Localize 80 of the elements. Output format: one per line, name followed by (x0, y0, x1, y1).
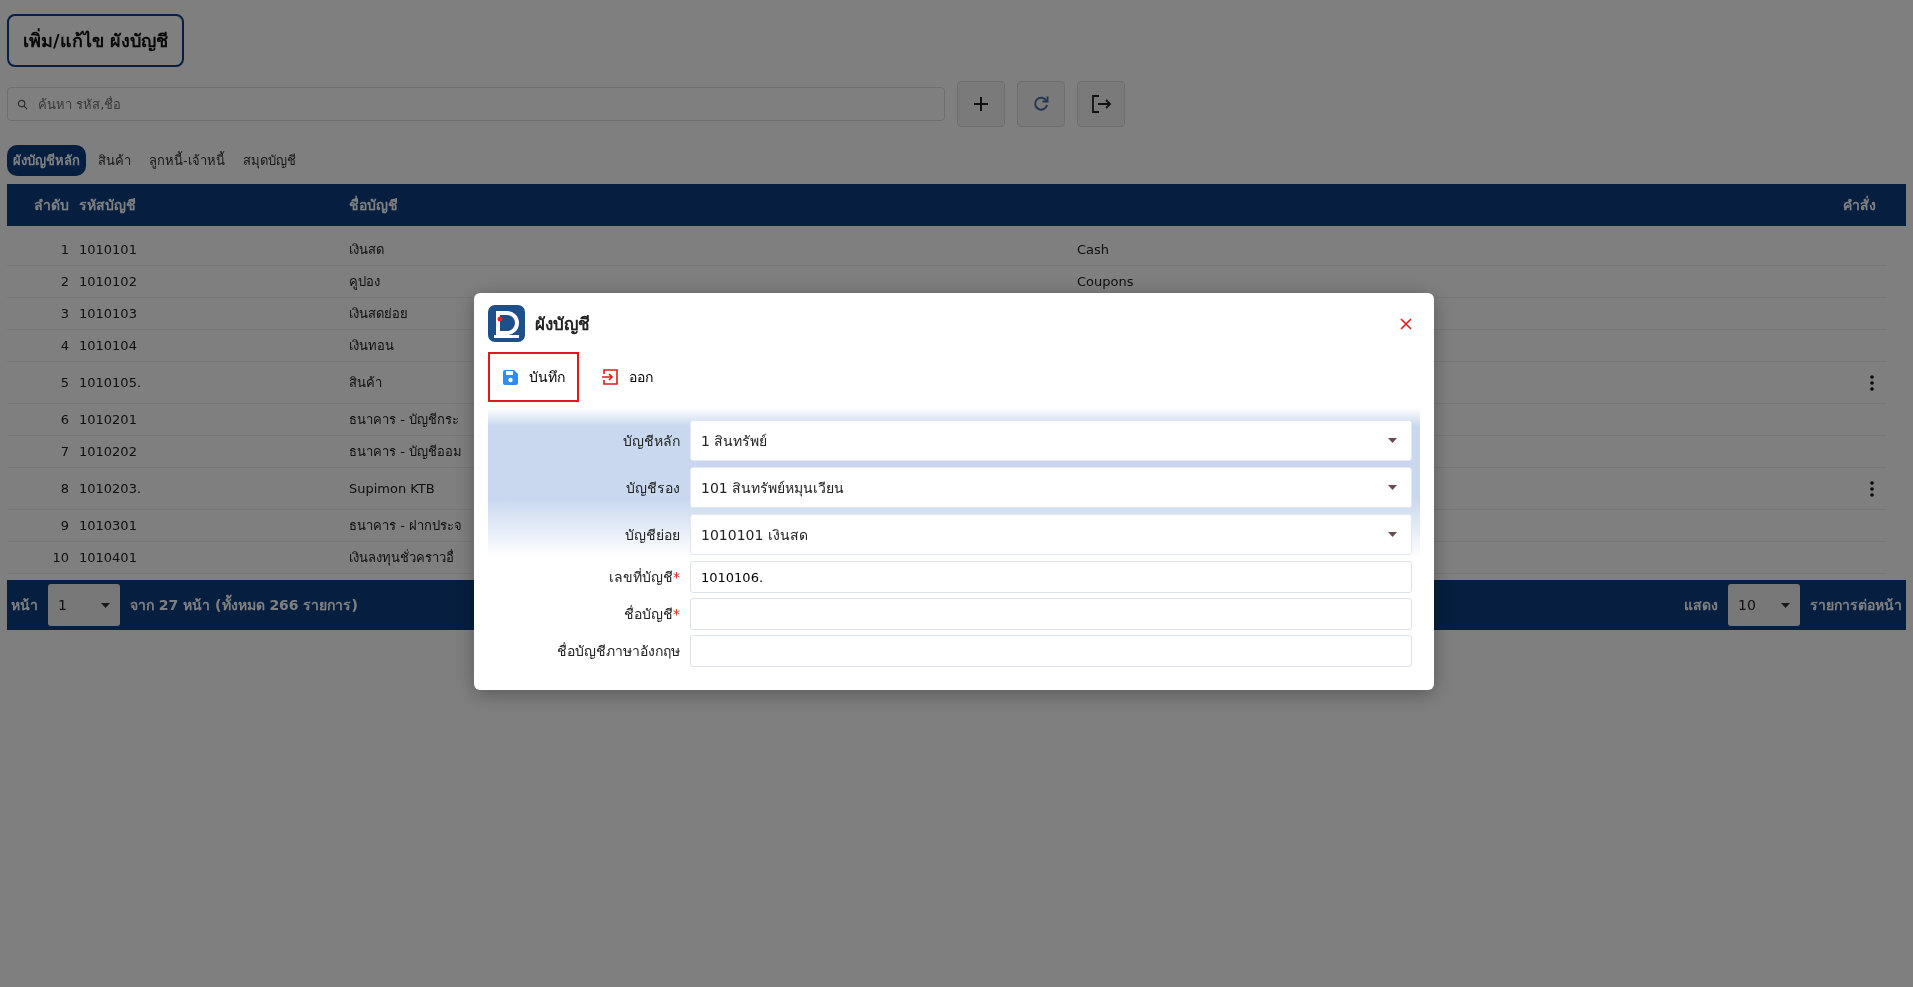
table-cell-text: 1010202 (78, 444, 138, 459)
more-icon[interactable] (1870, 374, 1874, 391)
table-cell: เงินทอน (349, 338, 394, 353)
add-button[interactable] (957, 81, 1005, 127)
table-cell-text: 1010101 (78, 242, 138, 257)
table-cell-text: 6 (59, 412, 69, 427)
column-header: ชื่อบัญชี (349, 194, 399, 216)
caret-icon (1388, 485, 1397, 490)
table-cell-text: 7 (59, 444, 69, 459)
select-field[interactable]: 1010101 เงินสด (690, 514, 1412, 555)
field-label: บัญชีรอง (625, 478, 680, 498)
table-cell-text: 3 (59, 306, 69, 321)
table-cell-text: 1010203. (78, 481, 143, 496)
select-field[interactable]: 1 สินทรัพย์ (690, 420, 1412, 461)
table-cell-text: 1010301 (78, 518, 138, 533)
table-cell: เงินสด (349, 242, 384, 257)
table-cell-text: 10 (51, 550, 69, 565)
page-select[interactable]: 1 (48, 584, 120, 626)
pager-label: รายการต่อหน้า (1810, 596, 1902, 615)
close-icon[interactable] (1400, 317, 1412, 330)
column-header: รหัสบัญชี (78, 196, 137, 216)
column-header: ลำดับ (33, 196, 69, 215)
exit-icon (601, 368, 619, 386)
table-cell: ธนาคาร - บัญชีกระ (349, 412, 459, 427)
input-field[interactable]: 1010106. (690, 561, 1412, 593)
table-cell-text: 8 (59, 481, 69, 496)
exit-icon (1090, 93, 1112, 115)
refresh-icon (1031, 94, 1051, 114)
field-label: เลขที่บัญชี* (608, 567, 680, 587)
table-cell: ธนาคาร - บัญชีออม (349, 444, 462, 459)
tab[interactable]: สมุดบัญชี (236, 145, 302, 176)
table-cell: Cash (1077, 242, 1110, 257)
table-cell: สินค้า (349, 375, 382, 390)
field-label: บัญชีย่อย (624, 525, 680, 545)
table-cell: Coupons (1077, 274, 1134, 289)
pager-label: หน้า (11, 596, 38, 615)
dialog-title: ผังบัญชี (535, 313, 590, 337)
table-cell-text: 5 (59, 375, 69, 390)
table-cell-text: 1010401 (78, 550, 138, 565)
field-label: บัญชีหลัก (622, 431, 680, 451)
caret-icon (1781, 602, 1790, 608)
plus-icon (971, 94, 991, 114)
field-label: ชื่อบัญชีภาษาอังกฤษ (556, 641, 680, 661)
table-cell: เงินสดย่อย (349, 306, 408, 321)
table-cell-text: 4 (59, 338, 69, 353)
exit-button[interactable] (1077, 81, 1125, 127)
pager-label: แสดง (1684, 596, 1718, 615)
column-header: คำสั่ง (1842, 194, 1877, 215)
field-label: ชื่อบัญชี* (623, 604, 680, 624)
tab[interactable]: ลูกหนี้-เจ้าหนี้ (143, 145, 231, 176)
table-cell: Supimon KTB (349, 481, 435, 496)
app-logo-icon (488, 305, 525, 342)
table-cell: เงินลงทุนชั่วคราวอื่ (349, 550, 454, 565)
caret-icon (1388, 532, 1397, 537)
caret-icon (1388, 438, 1397, 443)
more-icon[interactable] (1870, 480, 1874, 497)
tab[interactable]: ผังบัญชีหลัก (7, 145, 86, 176)
page-size-select[interactable]: 10 (1728, 584, 1800, 626)
table-cell-text: 1010201 (78, 412, 138, 427)
input-field[interactable] (690, 635, 1412, 667)
table-cell-text: 1 (59, 242, 69, 257)
tab[interactable]: สินค้า (92, 145, 137, 176)
search-icon (17, 99, 28, 110)
select-field[interactable]: 101 สินทรัพย์หมุนเวียน (690, 467, 1412, 508)
table-cell: คูปอง (349, 274, 380, 289)
table-cell-text: 1010102 (78, 274, 138, 289)
table-cell: ธนาคาร - ฝากประจ (349, 518, 462, 533)
pager-summary: จาก 27 หน้า (ทั้งหมด 266 รายการ) (130, 594, 358, 616)
input-field[interactable] (690, 598, 1412, 630)
save-button[interactable]: บันทึก (488, 352, 579, 402)
caret-icon (101, 602, 110, 608)
save-icon (502, 368, 519, 386)
table-cell-text: 1010104 (78, 338, 138, 353)
refresh-button[interactable] (1017, 81, 1065, 127)
table-cell-text: 2 (59, 274, 69, 289)
page-title: เพิ่ม/แก้ไข ผังบัญชี (7, 14, 184, 67)
search-field[interactable]: ค้นหา รหัส,ชื่อ (7, 87, 945, 121)
table-cell-text: 1010105. (78, 375, 143, 390)
table-cell-text: 9 (59, 518, 69, 533)
table-cell-text: 1010103 (78, 306, 138, 321)
